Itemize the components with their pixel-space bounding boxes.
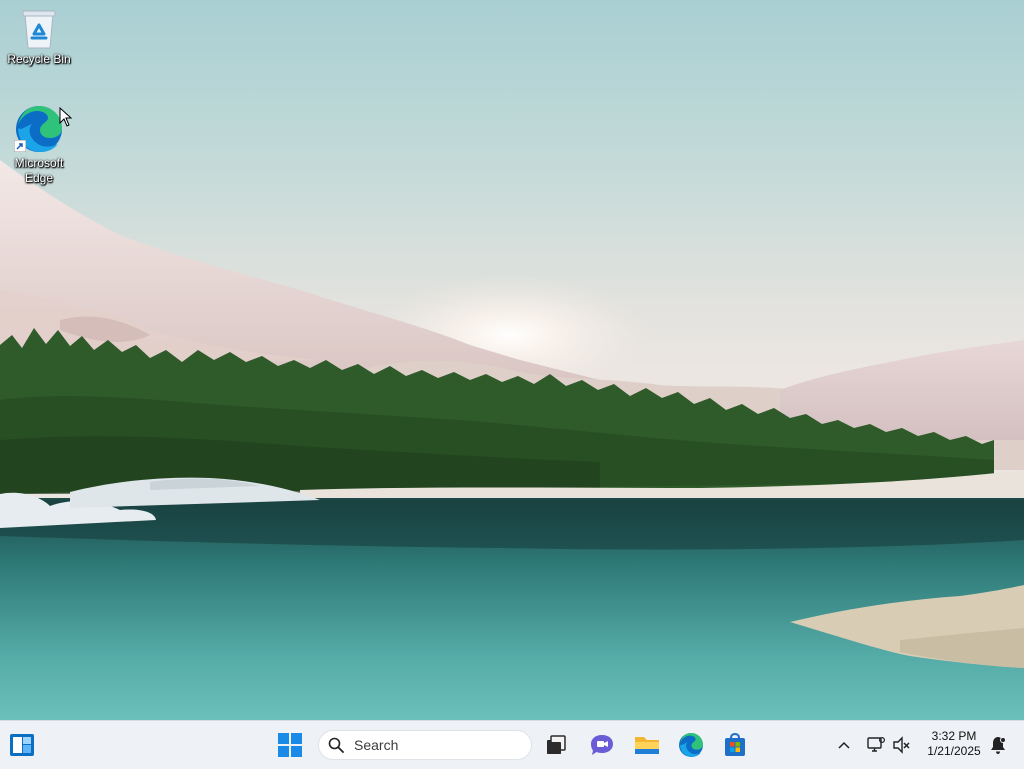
chat-button[interactable] — [586, 729, 618, 761]
volume-button[interactable] — [888, 729, 916, 761]
chat-icon — [591, 735, 613, 755]
widgets-button[interactable] — [6, 729, 38, 761]
network-status-button[interactable] — [862, 729, 890, 761]
taskbar: 3:32 PM 1/21/2025 — [0, 720, 1024, 769]
clock-date: 1/21/2025 — [927, 744, 981, 758]
desktop[interactable]: Recycle Bin Microsoft Edge — [0, 0, 1024, 720]
microsoft-store-button[interactable] — [719, 729, 751, 761]
volume-muted-icon — [893, 736, 910, 754]
store-icon — [725, 732, 745, 756]
task-view-button[interactable] — [540, 729, 572, 761]
microsoft-edge-label: Microsoft Edge — [14, 156, 64, 185]
edge-icon — [679, 733, 703, 757]
wallpaper — [0, 160, 1024, 720]
windows-logo-icon — [278, 733, 302, 757]
clock-time: 3:32 PM — [931, 729, 977, 743]
show-hidden-icons-button[interactable] — [830, 729, 858, 761]
recycle-bin-label: Recycle Bin — [7, 52, 71, 66]
shortcut-arrow-icon — [14, 140, 26, 152]
edge-taskbar-button[interactable] — [675, 729, 707, 761]
folder-icon — [635, 737, 659, 754]
mouse-cursor-icon — [59, 107, 73, 127]
widgets-icon — [10, 734, 34, 756]
start-button[interactable] — [274, 729, 306, 761]
network-icon — [867, 736, 886, 752]
search-input[interactable] — [352, 736, 516, 754]
notifications-button[interactable] — [984, 729, 1012, 761]
recycle-bin-icon — [22, 10, 56, 49]
system-clock[interactable]: 3:32 PM 1/21/2025 — [918, 729, 990, 761]
task-view-icon — [547, 735, 566, 754]
file-explorer-button[interactable] — [631, 729, 663, 761]
search-icon — [328, 737, 344, 753]
taskbar-search-box[interactable] — [318, 730, 532, 760]
chevron-up-icon — [838, 741, 850, 749]
recycle-bin-shortcut[interactable]: Recycle Bin — [1, 8, 77, 67]
notification-bell-icon — [991, 737, 1006, 754]
